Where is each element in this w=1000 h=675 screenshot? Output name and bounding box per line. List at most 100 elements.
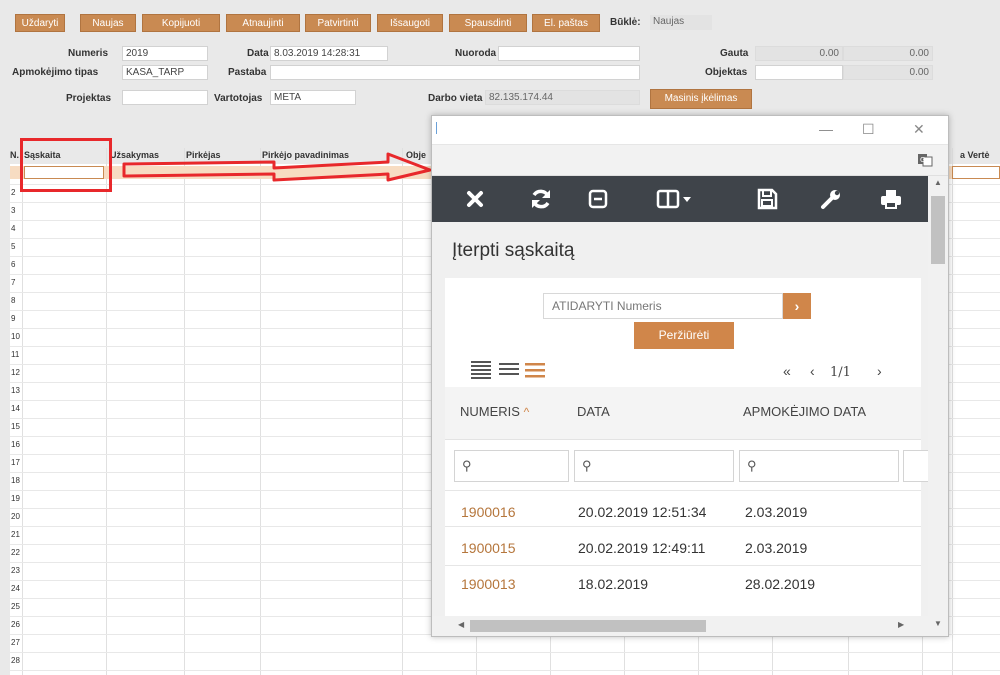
highlight-box bbox=[20, 138, 112, 192]
grid-column-line bbox=[402, 148, 403, 675]
row-number: 23 bbox=[11, 566, 20, 575]
minimize-icon[interactable]: — bbox=[819, 121, 833, 137]
col-verte[interactable]: a Vertė bbox=[960, 150, 990, 160]
row-number: 25 bbox=[11, 602, 20, 611]
masinis-ikelimas-button[interactable]: Masinis įkėlimas bbox=[650, 89, 752, 109]
col-nr: N. bbox=[10, 150, 19, 160]
grid-row-line bbox=[10, 652, 1000, 653]
row-number: 4 bbox=[11, 224, 16, 233]
nuoroda-field[interactable] bbox=[498, 46, 640, 61]
close-window-icon[interactable]: ✕ bbox=[913, 121, 925, 138]
grid-column-line bbox=[22, 148, 23, 675]
horizontal-scrollbar[interactable]: ◀ ▶ bbox=[432, 616, 928, 636]
scroll-left-icon[interactable]: ◀ bbox=[458, 620, 464, 629]
next-page-icon[interactable]: › bbox=[877, 363, 882, 379]
invoice-due-date: 2.03.2019 bbox=[745, 540, 808, 556]
print-icon[interactable] bbox=[878, 186, 904, 212]
vertical-scrollbar[interactable]: ▲ ▼ bbox=[928, 176, 948, 636]
search-icon: ⚲ bbox=[747, 458, 757, 473]
grid-column-line bbox=[260, 148, 261, 675]
density-wide-icon[interactable] bbox=[525, 360, 545, 380]
col-numeris[interactable]: NUMERIS ^ bbox=[460, 404, 529, 419]
row-number: 26 bbox=[11, 620, 20, 629]
sort-asc-icon[interactable]: ^ bbox=[524, 405, 530, 419]
row-number: 14 bbox=[11, 404, 20, 413]
filter-data[interactable]: ⚲ bbox=[574, 450, 734, 482]
save-icon[interactable] bbox=[754, 186, 780, 212]
window-addressbar: G bbox=[432, 145, 948, 176]
print-button[interactable]: Spausdinti bbox=[449, 14, 527, 32]
status-label: Būklė: bbox=[610, 17, 641, 28]
status-value: Naujas bbox=[650, 15, 712, 30]
svg-text:G: G bbox=[920, 156, 925, 164]
collapse-icon[interactable] bbox=[585, 186, 611, 212]
objektas-amount: 0.00 bbox=[843, 65, 933, 80]
grid-column-line bbox=[106, 148, 107, 675]
data-label: Data bbox=[247, 48, 269, 59]
row-number: 21 bbox=[11, 530, 20, 539]
scroll-thumb[interactable] bbox=[931, 196, 945, 264]
wrench-icon[interactable] bbox=[818, 186, 844, 212]
row-number: 17 bbox=[11, 458, 20, 467]
hscroll-thumb[interactable] bbox=[470, 620, 706, 632]
invoice-date: 20.02.2019 12:49:11 bbox=[578, 540, 706, 556]
scroll-right-icon[interactable]: ▶ bbox=[898, 620, 904, 629]
row-number: 27 bbox=[11, 638, 20, 647]
row-number: 19 bbox=[11, 494, 20, 503]
nuoroda-label: Nuoroda bbox=[455, 48, 497, 59]
row-number: 6 bbox=[11, 260, 16, 269]
col-apmokejimo-data[interactable]: APMOKĖJIMO DATA bbox=[743, 404, 866, 419]
columns-dropdown-icon[interactable] bbox=[655, 186, 695, 212]
data-field[interactable]: 8.03.2019 14:28:31 bbox=[270, 46, 388, 61]
projektas-field[interactable] bbox=[122, 90, 208, 105]
maximize-icon[interactable]: ☐ bbox=[862, 121, 875, 138]
col-data[interactable]: DATA bbox=[577, 404, 610, 419]
verte-input[interactable] bbox=[952, 166, 1000, 179]
copy-button[interactable]: Kopijuoti bbox=[142, 14, 220, 32]
row-number: 24 bbox=[11, 584, 20, 593]
row-number: 15 bbox=[11, 422, 20, 431]
row-divider bbox=[445, 565, 921, 566]
close-button[interactable]: Uždaryti bbox=[15, 14, 65, 32]
pastaba-field[interactable] bbox=[270, 65, 640, 80]
confirm-button[interactable]: Patvirtinti bbox=[305, 14, 371, 32]
translate-icon[interactable]: G bbox=[917, 153, 933, 167]
vartotojas-field[interactable]: META bbox=[270, 90, 356, 105]
row-number: 9 bbox=[11, 314, 16, 323]
invoice-due-date: 28.02.2019 bbox=[745, 576, 816, 592]
email-button[interactable]: El. paštas bbox=[532, 14, 600, 32]
prev-page-icon[interactable]: ‹ bbox=[810, 363, 815, 379]
scroll-up-icon[interactable]: ▲ bbox=[934, 178, 942, 187]
refresh-icon[interactable] bbox=[528, 186, 554, 212]
invoice-number-link[interactable]: 1900013 bbox=[461, 576, 516, 592]
row-number: 3 bbox=[11, 206, 16, 215]
invoice-list-panel: ATIDARYTI Numeris › Peržiūrėti « ‹ 1/1 › bbox=[445, 278, 933, 636]
close-icon[interactable] bbox=[462, 186, 488, 212]
objektas-field[interactable] bbox=[755, 65, 843, 80]
filter-apmokejimo-data[interactable]: ⚲ bbox=[739, 450, 899, 482]
numeris-field[interactable]: 2019 bbox=[122, 46, 208, 61]
refresh-button[interactable]: Atnaujinti bbox=[226, 14, 300, 32]
pastaba-label: Pastaba bbox=[228, 67, 267, 78]
numeris-label: Numeris bbox=[68, 48, 109, 59]
density-compact-icon[interactable] bbox=[471, 360, 491, 380]
filter-numeris[interactable]: ⚲ bbox=[454, 450, 569, 482]
open-number-input[interactable]: ATIDARYTI Numeris bbox=[543, 293, 783, 319]
page-indicator: 1/1 bbox=[830, 365, 851, 380]
new-button[interactable]: Naujas bbox=[80, 14, 136, 32]
first-page-icon[interactable]: « bbox=[783, 363, 791, 379]
row-number: 5 bbox=[11, 242, 16, 251]
scroll-down-icon[interactable]: ▼ bbox=[934, 619, 942, 628]
arrow-annotation bbox=[122, 152, 432, 182]
invoice-number-link[interactable]: 1900016 bbox=[461, 504, 516, 520]
row-number: 16 bbox=[11, 440, 20, 449]
save-button[interactable]: Išsaugoti bbox=[377, 14, 443, 32]
invoice-date: 20.02.2019 12:51:34 bbox=[578, 504, 707, 520]
apmokejimo-field[interactable]: KASA_TARP bbox=[122, 65, 208, 80]
go-button[interactable]: › bbox=[783, 293, 811, 319]
view-button[interactable]: Peržiūrėti bbox=[634, 322, 734, 349]
apmokejimo-label: Apmokėjimo tipas bbox=[12, 67, 99, 78]
grid-column-line bbox=[184, 148, 185, 675]
invoice-number-link[interactable]: 1900015 bbox=[461, 540, 516, 556]
density-normal-icon[interactable] bbox=[499, 360, 519, 380]
